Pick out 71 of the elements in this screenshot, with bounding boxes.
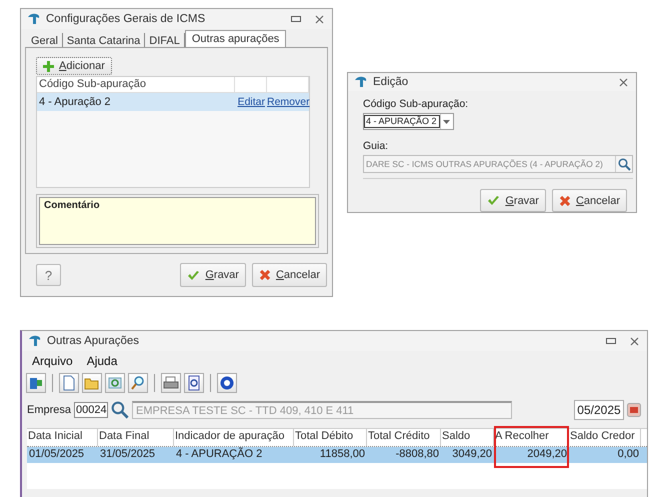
cross-icon	[558, 194, 571, 206]
toolbar-button[interactable]	[217, 373, 237, 393]
save-button[interactable]: Gravar	[180, 263, 246, 287]
table-cell-text: 2049,20	[526, 447, 568, 462]
check-icon	[487, 195, 500, 206]
table-cell-text: 4 - Apuração 2	[38, 96, 112, 108]
exit-icon	[28, 375, 44, 391]
close-icon[interactable]	[619, 78, 628, 86]
menu-item[interactable]: Arquivo	[32, 354, 73, 368]
app-icon	[27, 13, 41, 25]
save-button[interactable]: Gravar	[480, 189, 546, 212]
table-cell-text: 4 - APURAÇÃO 2	[175, 447, 264, 462]
table-cell-text: 31/05/2025	[99, 447, 156, 462]
table-row[interactable]: 01/05/2025 31/05/2025 4 - APURAÇÃO 2 11858,00 -8808,80 3049,20 2049,20 0,00	[27, 447, 647, 463]
close-icon[interactable]	[630, 336, 639, 346]
minimize-icon[interactable]	[606, 338, 616, 344]
plus-icon	[43, 60, 54, 72]
check-icon	[187, 270, 200, 280]
column-header[interactable]: Total Débito	[294, 429, 367, 446]
search-icon	[111, 401, 130, 419]
toolbar-button[interactable]	[105, 373, 125, 393]
cancel-button[interactable]: Cancelar	[552, 189, 627, 212]
cancel-button[interactable]: Cancelar	[252, 263, 327, 287]
toolbar-button[interactable]	[59, 373, 79, 393]
remove-link[interactable]: Remover	[267, 96, 309, 108]
table-cell-text: 0,00	[616, 447, 640, 462]
toolbar-button[interactable]	[184, 373, 204, 393]
table-cell-text: -8808,80	[394, 447, 440, 462]
column-header[interactable]: Saldo	[441, 429, 494, 446]
toolbar-button[interactable]	[82, 373, 102, 393]
code-dropdown[interactable]: 4 - APURAÇÃO 2	[363, 113, 454, 130]
search-icon	[618, 158, 630, 170]
preview-icon	[186, 375, 202, 391]
app-icon	[354, 76, 368, 88]
comment-label: Comentário	[44, 200, 100, 211]
column-header[interactable]: Data Final	[98, 429, 174, 446]
column-header[interactable]: Indicador de apuração	[174, 429, 294, 446]
printer-icon	[163, 375, 179, 391]
cross-icon	[258, 269, 271, 281]
document-icon	[61, 375, 77, 391]
minimize-icon[interactable]	[291, 16, 301, 22]
column-header[interactable]: Saldo Credor	[569, 429, 641, 446]
table-cell-text: 3049,20	[451, 447, 493, 462]
close-icon[interactable]	[315, 14, 324, 24]
table-cell-text: 01/05/2025	[28, 447, 86, 462]
table-row[interactable]: 4 - Apuração 2 Editar Remover	[37, 93, 309, 111]
help-button[interactable]: ?	[36, 264, 61, 286]
toolbar-button[interactable]	[128, 373, 148, 393]
field-label: Código Sub-apuração:	[363, 98, 470, 110]
company-label: Empresa	[27, 404, 72, 416]
field-label: Guia:	[363, 140, 390, 152]
window-title: Outras Apurações	[47, 335, 140, 347]
column-header: Código Sub-apuração	[37, 77, 235, 92]
toolbar-button[interactable]	[26, 373, 46, 393]
add-button[interactable]: Adicionar	[36, 57, 112, 75]
menu-item[interactable]: Ajuda	[86, 354, 118, 368]
column-header[interactable]: Data Inicial	[27, 429, 98, 446]
column-header[interactable]: Total Crédito	[367, 429, 441, 446]
table-cell-text: 11858,00	[318, 447, 366, 462]
comment-field[interactable]: Comentário	[39, 197, 316, 245]
app-icon	[28, 335, 42, 347]
caret-icon	[443, 120, 450, 124]
search-icon	[130, 375, 146, 391]
window-title: Edição	[373, 76, 410, 88]
toolbar-button[interactable]	[161, 373, 181, 393]
window-title: Configurações Gerais de ICMS	[46, 13, 206, 25]
company-code-field[interactable]: 00024	[74, 402, 108, 418]
period-field[interactable]: 05/2025	[574, 400, 624, 420]
company-name-field: EMPRESA TESTE SC - TTD 409, 410 E 411	[132, 401, 512, 419]
edit-link[interactable]: Editar	[235, 96, 267, 108]
tab[interactable]: Outras apurações	[184, 30, 286, 47]
